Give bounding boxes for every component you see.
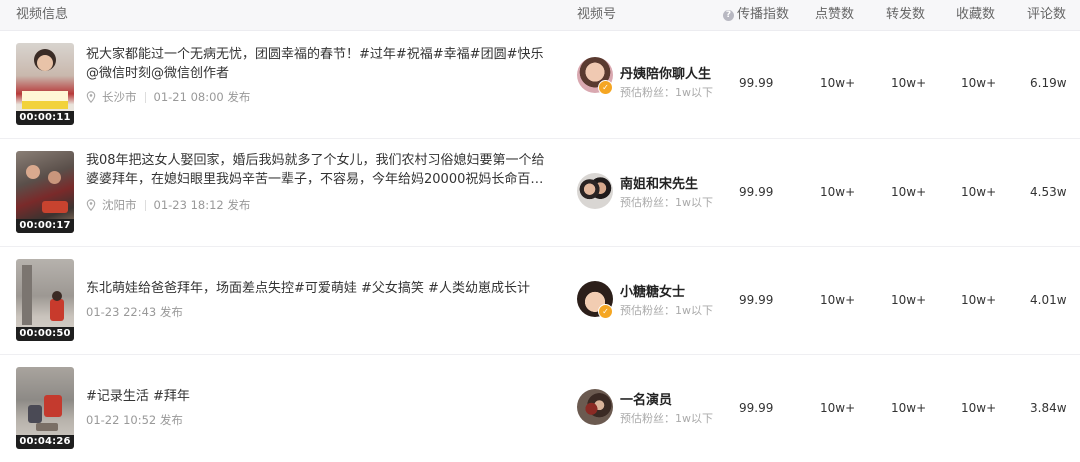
video-location: 沈阳市 — [102, 198, 137, 212]
likes-value: 10w+ — [820, 293, 856, 307]
video-title[interactable]: #记录生活 #拜年 — [86, 387, 548, 406]
avatar[interactable] — [577, 173, 613, 209]
account-name[interactable]: 一名演员 — [620, 389, 672, 408]
column-header-spread-index[interactable]: ? 传播指数 — [723, 0, 789, 30]
table-row[interactable]: 00:00:17 我08年把这女人娶回家，婚后我妈就多了个女儿，我们农村习俗媳妇… — [0, 139, 1080, 247]
column-header-video-info[interactable]: 视频信息 — [16, 0, 68, 30]
likes-value: 10w+ — [820, 401, 856, 415]
video-duration: 00:00:17 — [16, 219, 74, 233]
video-title[interactable]: 东北萌娃给爸爸拜年，场面差点失控#可爱萌娃 #父女搞笑 #人类幼崽成长计 — [86, 279, 548, 298]
column-header-likes[interactable]: 点赞数 — [815, 0, 854, 30]
comments-value: 6.19w — [1030, 76, 1067, 90]
video-meta: 01-22 10:52 发布 — [86, 412, 183, 428]
likes-value: 10w+ — [820, 185, 856, 199]
publish-time: 01-22 10:52 发布 — [86, 413, 183, 427]
table-row[interactable]: 00:00:11 祝大家都能过一个无病无忧，团圆幸福的春节！#过年#祝福#幸福#… — [0, 31, 1080, 139]
publish-time: 01-23 22:43 发布 — [86, 305, 183, 319]
column-header-favorites[interactable]: 收藏数 — [956, 0, 995, 30]
video-thumbnail[interactable]: 00:00:17 — [16, 151, 74, 233]
favorites-value: 10w+ — [961, 185, 997, 199]
column-header-shares[interactable]: 转发数 — [886, 0, 925, 30]
spread-index-value: 99.99 — [739, 401, 774, 415]
spread-index-value: 99.99 — [739, 76, 774, 90]
comments-value: 3.84w — [1030, 401, 1067, 415]
meta-divider — [144, 91, 146, 103]
video-title[interactable]: 祝大家都能过一个无病无忧，团圆幸福的春节！#过年#祝福#幸福#团圆#快乐@微信时… — [86, 45, 548, 83]
account-name[interactable]: 丹姨陪你聊人生 — [620, 63, 711, 82]
table-row[interactable]: 00:00:50 东北萌娃给爸爸拜年，场面差点失控#可爱萌娃 #父女搞笑 #人类… — [0, 247, 1080, 355]
video-thumbnail[interactable]: 00:04:26 — [16, 367, 74, 449]
estimated-fans: 预估粉丝：1w以下 — [620, 86, 713, 99]
estimated-fans: 预估粉丝：1w以下 — [620, 412, 713, 425]
spread-index-value: 99.99 — [739, 293, 774, 307]
likes-value: 10w+ — [820, 76, 856, 90]
favorites-value: 10w+ — [961, 76, 997, 90]
map-pin-icon — [86, 199, 96, 211]
video-thumbnail[interactable]: 00:00:50 — [16, 259, 74, 341]
publish-time: 01-21 08:00 发布 — [153, 90, 251, 104]
video-location: 长沙市 — [102, 90, 137, 104]
column-header-spread-label: 传播指数 — [737, 7, 790, 22]
meta-divider — [144, 199, 146, 211]
video-thumbnail[interactable]: 00:00:11 — [16, 43, 74, 125]
estimated-fans: 预估粉丝：1w以下 — [620, 304, 713, 317]
table-row[interactable]: 00:04:26 #记录生活 #拜年 01-22 10:52 发布 一名演员 预… — [0, 355, 1080, 462]
shares-value: 10w+ — [891, 293, 927, 307]
spread-index-value: 99.99 — [739, 185, 774, 199]
comments-value: 4.01w — [1030, 293, 1067, 307]
column-header-comments[interactable]: 评论数 — [1027, 0, 1066, 30]
favorites-value: 10w+ — [961, 401, 997, 415]
comments-value: 4.53w — [1030, 185, 1067, 199]
map-pin-icon — [86, 91, 96, 103]
video-meta: 01-23 22:43 发布 — [86, 304, 183, 320]
avatar[interactable] — [577, 389, 613, 425]
video-title[interactable]: 我08年把这女人娶回家，婚后我妈就多了个女儿，我们农村习俗媳妇要第一个给婆婆拜年… — [86, 151, 548, 189]
estimated-fans: 预估粉丝：1w以下 — [620, 196, 713, 209]
account-name[interactable]: 南姐和宋先生 — [620, 173, 698, 192]
video-duration: 00:04:26 — [16, 435, 74, 449]
check-badge-icon: ✓ — [598, 304, 613, 319]
column-header-account[interactable]: 视频号 — [577, 0, 616, 30]
check-badge-icon: ✓ — [598, 80, 613, 95]
account-name[interactable]: 小糖糖女士 — [620, 281, 685, 300]
question-circle-icon[interactable]: ? — [723, 9, 734, 21]
video-duration: 00:00:50 — [16, 327, 74, 341]
video-meta: 沈阳市 01-23 18:12 发布 — [86, 197, 250, 213]
video-meta: 长沙市 01-21 08:00 发布 — [86, 89, 250, 105]
publish-time: 01-23 18:12 发布 — [153, 198, 251, 212]
favorites-value: 10w+ — [961, 293, 997, 307]
shares-value: 10w+ — [891, 401, 927, 415]
shares-value: 10w+ — [891, 185, 927, 199]
shares-value: 10w+ — [891, 76, 927, 90]
video-duration: 00:00:11 — [16, 111, 74, 125]
table-header: 视频信息 视频号 ? 传播指数 点赞数 转发数 收藏数 评论数 — [0, 0, 1080, 31]
